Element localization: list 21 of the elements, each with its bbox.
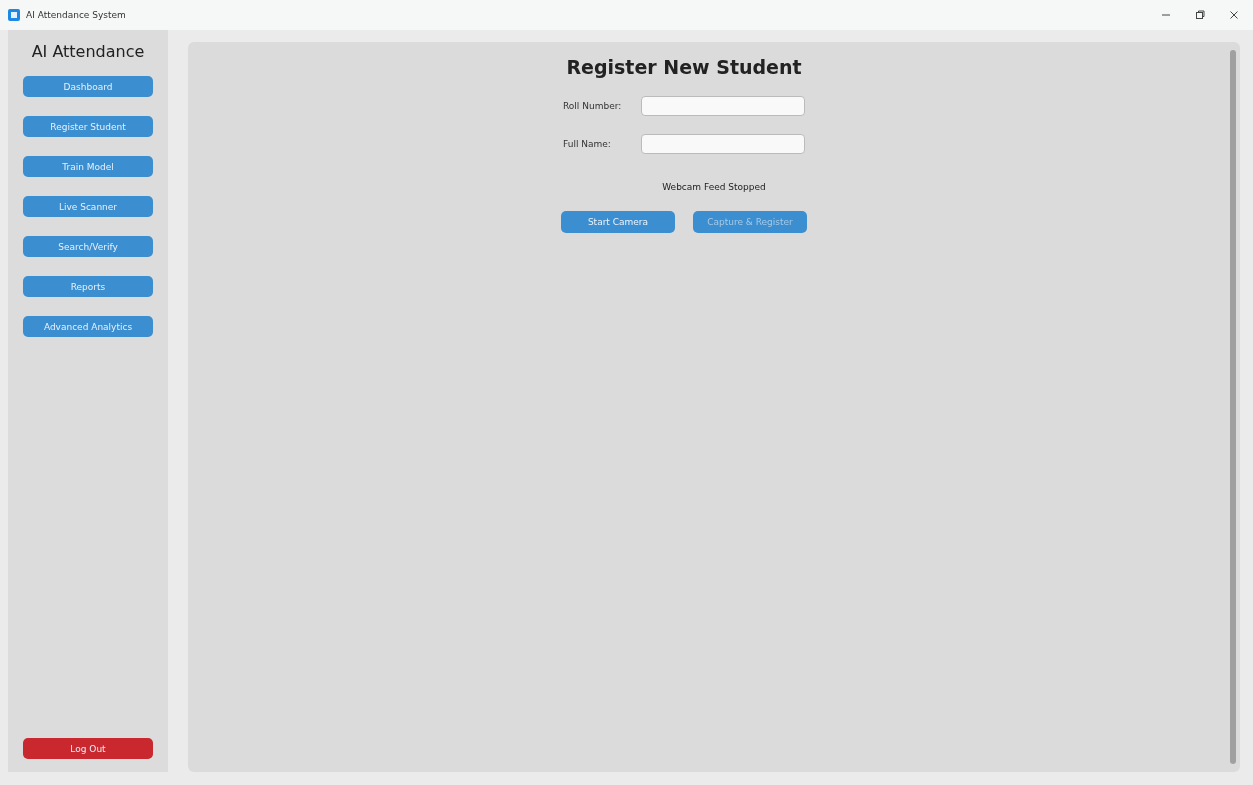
field-label: Full Name: [563, 139, 612, 149]
close-icon[interactable] [1229, 10, 1239, 20]
nav-button[interactable]: Advanced Analytics [23, 316, 153, 337]
window-title: AI Attendance System [26, 10, 126, 20]
restore-icon[interactable] [1195, 10, 1205, 20]
nav-button[interactable]: Search/Verify [23, 236, 153, 257]
input-field[interactable] [641, 96, 805, 116]
input-field[interactable] [641, 134, 805, 154]
action-button[interactable]: Start Camera [561, 211, 675, 233]
nav-button[interactable]: Reports [23, 276, 153, 297]
nav-button[interactable]: Live Scanner [23, 196, 153, 217]
status-text: Webcam Feed Stopped [662, 182, 766, 192]
nav-button[interactable]: Train Model [23, 156, 153, 177]
scrollbar[interactable] [1230, 50, 1236, 764]
logout-button[interactable]: Log Out [23, 738, 153, 759]
nav-button[interactable]: Dashboard [23, 76, 153, 97]
sidebar-title: AI Attendance [31, 42, 145, 61]
form-title: Register New Student [566, 56, 802, 78]
field-label: Roll Number: [563, 101, 623, 111]
app-icon [8, 9, 20, 21]
nav-button[interactable]: Register Student [23, 116, 153, 137]
